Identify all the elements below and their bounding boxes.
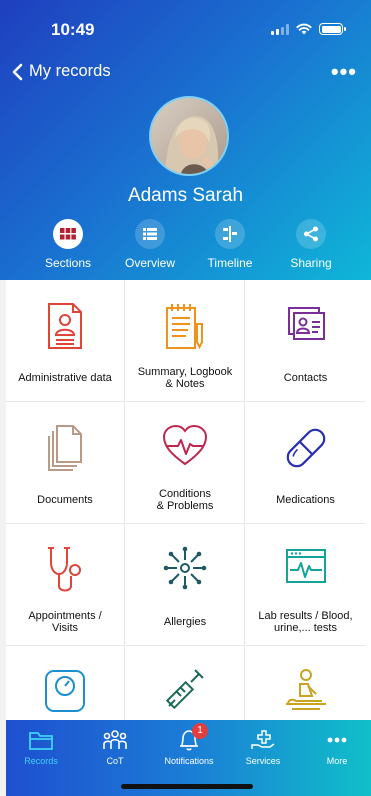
scale-icon bbox=[45, 670, 85, 712]
bottom-nav-cot[interactable]: CoT bbox=[80, 728, 150, 766]
pill-icon bbox=[286, 428, 325, 468]
tab-label: Timeline bbox=[207, 256, 253, 270]
bottom-nav-label: More bbox=[326, 756, 348, 766]
syringe-icon bbox=[165, 669, 204, 710]
grid-icon bbox=[53, 219, 83, 249]
status-time: 10:49 bbox=[51, 20, 95, 39]
header: 10:49 My records ••• Adams Sarah Section… bbox=[0, 0, 371, 280]
home-indicator bbox=[121, 784, 253, 789]
section-label: Conditions & Problems bbox=[156, 487, 214, 513]
people-icon bbox=[80, 728, 150, 752]
section-documents[interactable]: Documents bbox=[6, 402, 125, 524]
nav-bar: My records ••• bbox=[0, 61, 371, 88]
section-lab-results[interactable]: Lab results / Blood, urine,... tests bbox=[246, 524, 365, 646]
allergen-icon bbox=[163, 546, 207, 590]
back-button[interactable]: My records bbox=[12, 62, 111, 81]
section-label: Lab results / Blood, urine,... tests bbox=[258, 609, 353, 635]
list-icon bbox=[135, 219, 165, 249]
section-allergies[interactable]: Allergies bbox=[126, 524, 245, 646]
section-label: Contacts bbox=[283, 371, 328, 384]
bottom-nav-label: Services bbox=[245, 756, 281, 766]
section-medications[interactable]: Medications bbox=[246, 402, 365, 524]
bottom-nav-records[interactable]: Records bbox=[6, 728, 76, 766]
tab-label: Sections bbox=[44, 256, 92, 270]
documents-icon bbox=[48, 425, 82, 471]
section-tabs: Sections Overview Timeline Sharing bbox=[0, 219, 371, 274]
tab-timeline[interactable]: Timeline bbox=[190, 219, 270, 270]
signal-icon bbox=[271, 23, 289, 35]
bottom-nav-notifications[interactable]: 1 Notifications bbox=[154, 723, 224, 766]
avatar-photo bbox=[151, 98, 227, 174]
status-bar: 10:49 bbox=[0, 0, 371, 50]
bottom-nav-label: Records bbox=[24, 756, 58, 766]
section-label: Summary, Logbook & Notes bbox=[137, 365, 233, 391]
section-label: Appointments / Visits bbox=[28, 609, 102, 635]
section-appointments[interactable]: Appointments / Visits bbox=[6, 524, 125, 646]
tab-sharing[interactable]: Sharing bbox=[271, 219, 351, 270]
contacts-icon bbox=[287, 307, 325, 340]
bell-icon: 1 bbox=[154, 723, 224, 752]
tab-sections[interactable]: Sections bbox=[28, 219, 108, 270]
section-contacts[interactable]: Contacts bbox=[246, 280, 365, 402]
hand-cross-icon bbox=[228, 728, 298, 752]
section-label: Medications bbox=[276, 493, 335, 506]
tab-label: Sharing bbox=[290, 256, 332, 270]
section-summary-logbook[interactable]: Summary, Logbook & Notes bbox=[126, 280, 245, 402]
cpr-icon bbox=[285, 669, 326, 710]
section-administrative-data[interactable]: Administrative data bbox=[6, 280, 125, 402]
folder-icon bbox=[6, 728, 76, 752]
id-card-icon bbox=[48, 303, 82, 349]
notification-badge: 1 bbox=[192, 723, 208, 739]
tab-overview[interactable]: Overview bbox=[110, 219, 190, 270]
wifi-icon bbox=[296, 23, 312, 35]
bottom-nav-label: CoT bbox=[106, 756, 124, 766]
battery-icon bbox=[319, 23, 346, 35]
section-conditions[interactable]: Conditions & Problems bbox=[126, 402, 245, 524]
section-label: Administrative data bbox=[18, 371, 112, 384]
heart-pulse-icon bbox=[162, 424, 208, 466]
status-icons bbox=[271, 23, 346, 35]
share-icon bbox=[296, 219, 326, 249]
more-menu-button[interactable]: ••• bbox=[331, 61, 357, 83]
section-label: Allergies bbox=[163, 615, 207, 628]
lab-monitor-icon bbox=[285, 549, 326, 583]
chevron-left-icon bbox=[12, 63, 23, 80]
bottom-nav-label: Notifications bbox=[164, 756, 214, 766]
user-name: Adams Sarah bbox=[127, 185, 244, 206]
notepad-icon bbox=[166, 304, 203, 350]
more-icon bbox=[302, 728, 371, 752]
avatar[interactable] bbox=[149, 96, 229, 176]
back-label: My records bbox=[29, 62, 111, 80]
tab-label: Overview bbox=[124, 256, 175, 270]
bottom-nav-services[interactable]: Services bbox=[228, 728, 298, 766]
timeline-icon bbox=[215, 219, 245, 249]
bottom-nav-more[interactable]: More bbox=[302, 728, 371, 766]
stethoscope-icon bbox=[48, 547, 81, 592]
section-label: Documents bbox=[37, 493, 93, 506]
